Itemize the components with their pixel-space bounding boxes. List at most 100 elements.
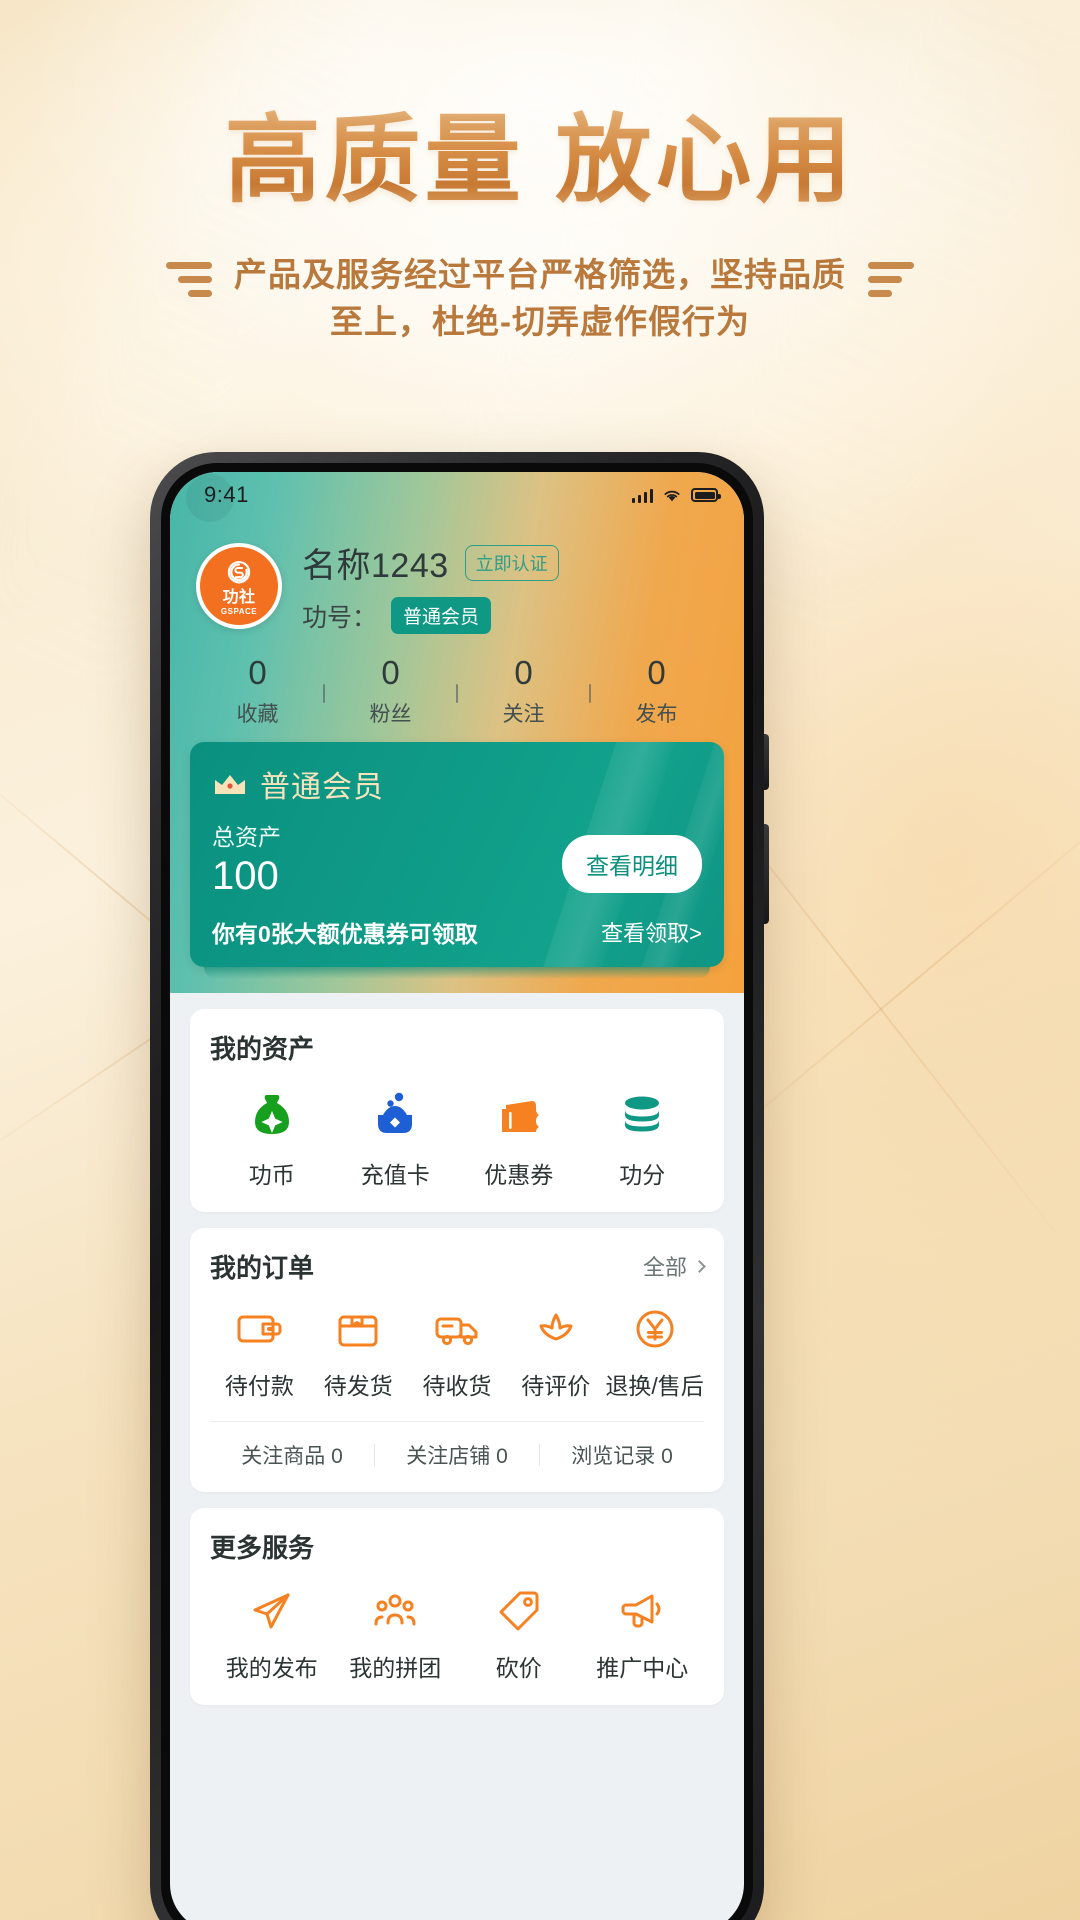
asset-item-coupon[interactable]: 优惠券: [457, 1088, 581, 1190]
review-flower-icon: [539, 1313, 573, 1341]
phone-volume-button[interactable]: [764, 824, 769, 924]
orders-panel-title: 我的订单: [210, 1252, 315, 1283]
verify-button[interactable]: 立即认证: [464, 544, 559, 581]
price-tag-icon: [499, 1591, 539, 1631]
footer-value: 0: [661, 1444, 673, 1468]
more-services-grid: 我的发布 我的拼团 砍价 推广中心: [210, 1587, 704, 1683]
footer-item-browse-history[interactable]: 浏览记录 0: [540, 1440, 704, 1470]
order-label: 退换/售后: [605, 1372, 704, 1399]
service-label: 我的发布: [225, 1654, 318, 1681]
phone-power-button[interactable]: [764, 734, 769, 790]
assets-block: 总资产 100: [212, 818, 281, 899]
assets-value: 100: [212, 853, 279, 898]
profile-body: 我的资产 功币 充值卡 优惠券 功分 我的订单 全部 待付款 待发货 待收货 待…: [170, 1008, 744, 1705]
more-services-title: 更多服务: [210, 1532, 315, 1563]
membership-badge[interactable]: 普通会员: [391, 597, 492, 634]
footer-item-followed-products[interactable]: 关注商品 0: [210, 1440, 374, 1470]
stats-row: 0 收藏 0 粉丝 0 关注 0 发布: [170, 638, 744, 734]
stat-label: 收藏: [236, 702, 279, 726]
footer-value: 0: [331, 1444, 343, 1468]
profile-name-row: 名称1243 立即认证: [302, 538, 718, 587]
orders-panel-header: 我的订单 全部: [210, 1248, 706, 1285]
wallet-pay-icon: [237, 1315, 282, 1343]
truck-icon: [435, 1317, 478, 1345]
avatar-logo-en: GSPACE: [220, 606, 258, 616]
footer-label: 关注商品: [241, 1444, 326, 1468]
coin-stack-icon: [625, 1096, 660, 1132]
stat-item-favorites[interactable]: 0 收藏: [192, 654, 323, 728]
asset-label: 功币: [248, 1161, 295, 1188]
coupon-bag-icon: [501, 1100, 539, 1132]
service-item-group-buy[interactable]: 我的拼团: [334, 1587, 458, 1683]
assets-panel: 我的资产 功币 充值卡 优惠券 功分: [190, 1008, 724, 1212]
order-item-unreviewed[interactable]: 待评价: [506, 1305, 605, 1401]
profile-info: 名称1243 立即认证 功号： 普通会员: [302, 538, 718, 634]
service-label: 我的拼团: [349, 1654, 442, 1681]
asset-item-points[interactable]: 功分: [581, 1088, 705, 1190]
battery-icon: [691, 488, 721, 502]
member-card-coupon-row[interactable]: 你有0张大额优惠券可领取 查看领取>: [212, 915, 702, 967]
group-buy-icon: [374, 1594, 416, 1626]
wifi-icon: [664, 490, 680, 501]
stat-divider: [323, 684, 325, 704]
stat-item-following[interactable]: 0 关注: [458, 654, 589, 728]
member-card[interactable]: 普通会员 总资产 100 查看明细 你有0张大额优惠券可领取 查看领取>: [190, 741, 724, 967]
view-detail-button[interactable]: 查看明细: [562, 834, 702, 893]
more-services-panel: 更多服务 我的发布 我的拼团 砍价 推广中心: [190, 1507, 724, 1705]
decorative-lines-left-icon: [166, 262, 212, 304]
order-item-unpaid[interactable]: 待付款: [210, 1305, 309, 1401]
poster-subtitle-row: 产品及服务经过平台严格筛选，坚持品质至上，杜绝-切弄虚作假行为: [0, 252, 1080, 346]
assets-label: 总资产: [212, 823, 281, 850]
crown-icon: [215, 774, 245, 794]
claim-coupon-link[interactable]: 查看领取>: [601, 916, 702, 948]
asset-label: 功分: [619, 1161, 666, 1188]
member-card-shadow: [204, 966, 710, 979]
stat-value: 0: [381, 654, 400, 691]
member-card-level: 普通会员: [260, 770, 384, 804]
order-item-unreceived[interactable]: 待收货: [408, 1305, 507, 1401]
stat-value: 0: [248, 654, 267, 691]
orders-grid: 待付款 待发货 待收货 待评价 退换/售后: [210, 1305, 704, 1401]
megaphone-icon: [621, 1594, 661, 1628]
signal-bars-icon: [631, 488, 653, 503]
stat-item-posts[interactable]: 0 发布: [591, 654, 722, 728]
phone-bezel: 9:41 功社 GSPACE 名称1243 立即认证 功号： 普通会员 0 收藏…: [161, 463, 753, 1920]
footer-label: 浏览记录: [571, 1444, 656, 1468]
profile-name: 名称1243: [302, 547, 449, 585]
order-item-refund[interactable]: 退换/售后: [605, 1305, 704, 1401]
profile-header: 9:41 功社 GSPACE 名称1243 立即认证 功号： 普通会员 0 收藏…: [170, 472, 744, 993]
status-bar: 9:41: [170, 472, 744, 522]
stat-value: 0: [647, 654, 666, 691]
asset-label: 充值卡: [360, 1161, 430, 1188]
profile-id-label: 功号：: [302, 603, 378, 632]
service-item-promotion[interactable]: 推广中心: [581, 1587, 705, 1683]
money-bag-icon: [254, 1094, 289, 1134]
phone-screen: 9:41 功社 GSPACE 名称1243 立即认证 功号： 普通会员 0 收藏…: [170, 472, 744, 1920]
avatar[interactable]: 功社 GSPACE: [196, 543, 282, 629]
stat-item-fans[interactable]: 0 粉丝: [325, 654, 456, 728]
recharge-card-icon: [378, 1092, 413, 1133]
asset-item-recharge-card[interactable]: 充值卡: [334, 1088, 458, 1190]
stat-label: 发布: [635, 702, 678, 726]
member-card-assets: 总资产 100 查看明细: [212, 818, 702, 899]
phone-mockup: 9:41 功社 GSPACE 名称1243 立即认证 功号： 普通会员 0 收藏…: [150, 452, 769, 1920]
asset-item-coins[interactable]: 功币: [210, 1088, 334, 1190]
order-item-unshipped[interactable]: 待发货: [309, 1305, 408, 1401]
service-item-my-posts[interactable]: 我的发布: [210, 1587, 334, 1683]
orders-view-all-button[interactable]: 全部: [643, 1250, 706, 1282]
status-bar-clock: 9:41: [204, 482, 249, 507]
assets-grid: 功币 充值卡 优惠券 功分: [210, 1088, 704, 1190]
orders-panel: 我的订单 全部 待付款 待发货 待收货 待评价 退换/售后 关注商品 0 关注店…: [190, 1227, 724, 1492]
paper-plane-icon: [253, 1593, 290, 1629]
assets-panel-header: 我的资产: [210, 1029, 704, 1066]
stat-divider: [589, 684, 591, 704]
stat-label: 关注: [502, 702, 545, 726]
profile-row[interactable]: 功社 GSPACE 名称1243 立即认证 功号： 普通会员: [170, 518, 744, 638]
service-item-bargain[interactable]: 砍价: [457, 1587, 581, 1683]
order-label: 待付款: [224, 1372, 294, 1399]
footer-item-followed-shops[interactable]: 关注店铺 0: [375, 1440, 539, 1470]
refund-yuan-icon: [636, 1310, 674, 1348]
assets-panel-title: 我的资产: [210, 1033, 315, 1064]
box-ship-icon: [338, 1315, 378, 1347]
poster-subtitle: 产品及服务经过平台严格筛选，坚持品质至上，杜绝-切弄虚作假行为: [234, 256, 846, 340]
